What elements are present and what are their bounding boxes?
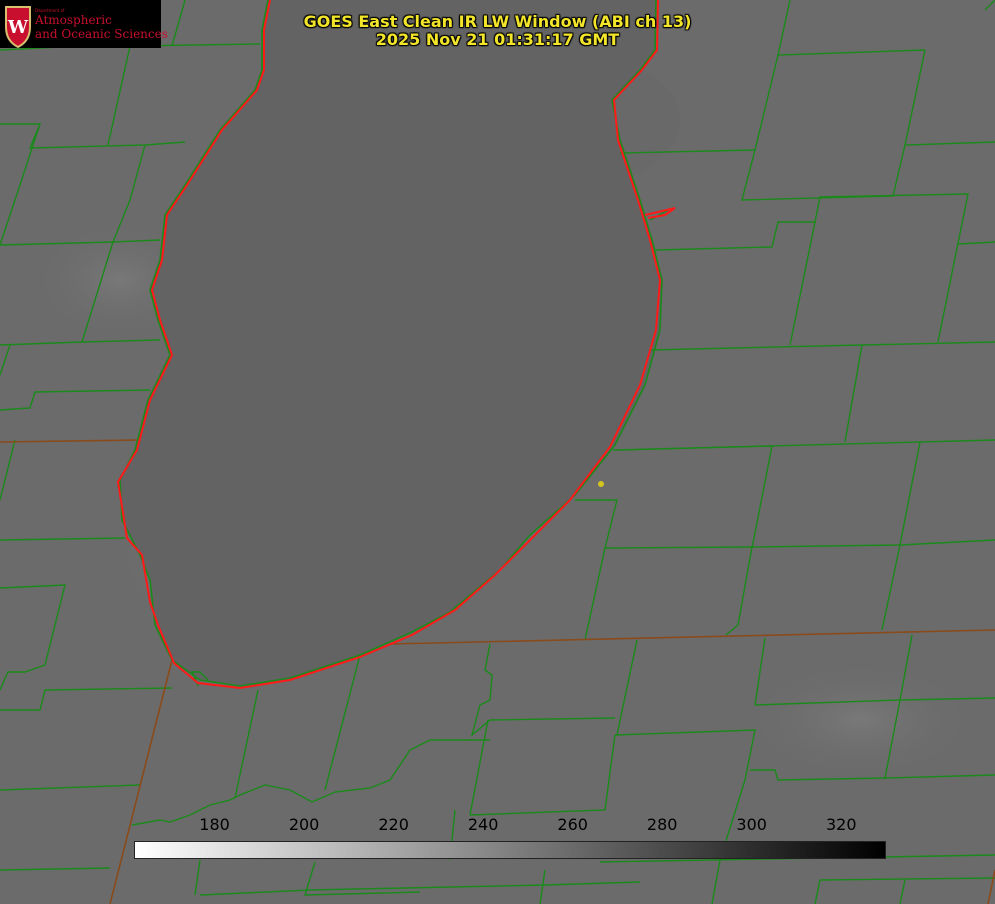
logo-line-2: and Oceanic Sciences [35,27,168,41]
logo-line-1: Atmospheric [35,13,112,27]
colorbar-tick-label: 180 [199,815,230,834]
crest-letter: W [7,17,29,38]
lake-surface [120,0,662,686]
colorbar-tick-label: 280 [646,815,678,834]
aos-logo: W Department of Atmospheric and Oceanic … [0,0,168,49]
colorbar-tick-label: 260 [557,815,588,834]
colorbar-tick-label: 320 [825,815,857,834]
colorbar-tick-label: 220 [378,815,409,834]
colorbar-tick-label: 300 [736,815,767,834]
colorbar-tick-label: 200 [288,815,320,834]
city-marker [598,481,604,487]
peninsula-coastline [644,207,676,219]
map-canvas [0,0,995,904]
colorbar [134,841,886,859]
satellite-image: GOES East Clean IR LW Window (ABI ch 13)… [0,0,995,904]
uw-crest-icon: W [5,6,31,49]
cloud-texture [740,660,980,780]
colorbar-tick-label: 240 [467,815,499,834]
